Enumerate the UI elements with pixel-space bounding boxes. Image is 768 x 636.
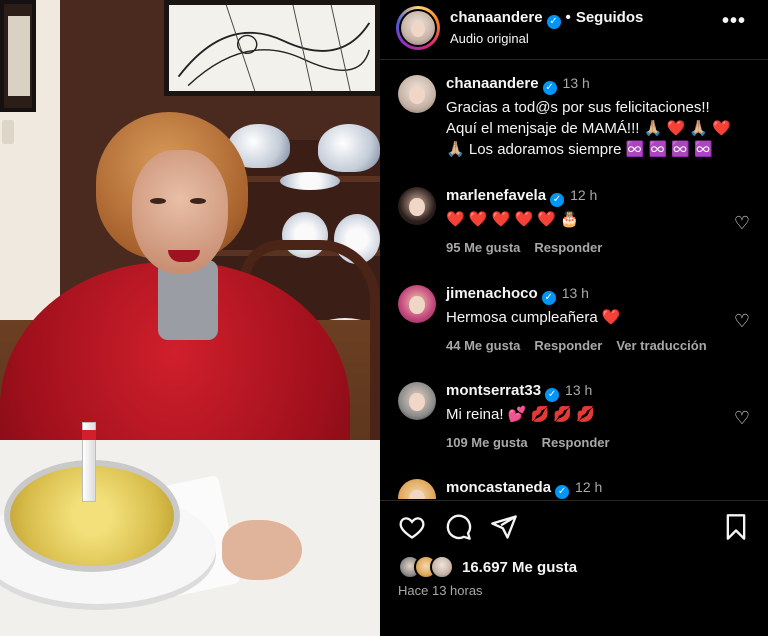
comment-text-body: Mi reina! xyxy=(446,406,504,423)
comment-meta: 95 Me gusta Responder xyxy=(446,240,736,255)
comment-avatar[interactable] xyxy=(398,479,436,499)
liker-avatar xyxy=(430,555,454,579)
comment-likes[interactable]: 95 Me gusta xyxy=(446,240,520,255)
author-line: chanaandere ✓ • Seguidos xyxy=(450,9,643,29)
verified-icon: ✓ xyxy=(542,81,557,95)
comment-emojis: ❤️ xyxy=(601,309,621,326)
photo-tureen xyxy=(318,124,380,172)
post-actions: 16.697 Me gusta Hace 13 horas xyxy=(380,500,768,636)
caption-line-2-text: Aquí el menjsaje de MAMÁ!!! xyxy=(446,120,640,137)
post-timestamp[interactable]: Hace 13 horas xyxy=(398,583,483,598)
caption-username[interactable]: chanaandere xyxy=(446,75,539,92)
photo-plate xyxy=(280,172,340,190)
reply-button[interactable]: Responder xyxy=(542,435,610,450)
comment-avatar[interactable] xyxy=(398,382,436,420)
audio-link[interactable]: Audio original xyxy=(450,31,529,46)
comment-meta: 109 Me gusta Responder xyxy=(446,435,736,450)
comment-time[interactable]: 12 h xyxy=(570,187,597,203)
author-avatar-face xyxy=(411,20,425,37)
see-translation-button[interactable]: Ver traducción xyxy=(616,338,706,353)
comment-likes[interactable]: 109 Me gusta xyxy=(446,435,528,450)
comment-text: Mi reina! 💕 💋 💋 💋 xyxy=(446,404,736,425)
caption-text: Gracias a tod@s por sus felicitaciones!!… xyxy=(446,97,736,160)
comments-list[interactable]: chanaandere ✓ 13 h Gracias a tod@s por sus… xyxy=(380,61,768,499)
post-photo[interactable] xyxy=(0,0,380,636)
photo-hand xyxy=(222,520,302,580)
verified-icon: ✓ xyxy=(545,388,560,402)
like-count[interactable]: 16.697 Me gusta xyxy=(462,559,577,576)
comment-avatar-face xyxy=(409,392,425,411)
photo-candle-band xyxy=(82,430,96,440)
comment-header: jimenachoco ✓ 13 h xyxy=(446,285,736,305)
separator-dot: • xyxy=(565,9,571,26)
photo-wall-frame xyxy=(0,0,36,112)
caption-line-2: Aquí el menjsaje de MAMÁ!!! 🙏🏼 ❤️ 🙏🏼 ❤️ xyxy=(446,118,736,139)
comment-header: marlenefavela ✓ 12 h xyxy=(446,187,736,207)
caption-line-3-emoji: 🙏🏼 xyxy=(446,141,465,158)
comment-header: moncastaneda ✓ 12 h xyxy=(446,479,736,499)
save-bookmark-icon[interactable] xyxy=(722,513,752,543)
comment-text: Hermosa cumpleañera ❤️ xyxy=(446,307,736,328)
caption-line-2-emojis: 🙏🏼 ❤️ 🙏🏼 ❤️ xyxy=(643,120,731,137)
share-send-icon[interactable] xyxy=(490,513,520,543)
comment-body: jimenachoco ✓ 13 h Hermosa cumpleañera ❤️ … xyxy=(446,285,736,353)
verified-icon: ✓ xyxy=(550,193,565,207)
caption-line-1: Gracias a tod@s por sus felicitaciones!! xyxy=(446,99,710,116)
photo-eye xyxy=(150,198,166,204)
caption-avatar-face xyxy=(409,85,425,104)
caption-body: chanaandere ✓ 13 h Gracias a tod@s por sus… xyxy=(446,75,736,160)
comment-bubble-icon[interactable] xyxy=(444,513,474,543)
comment-avatar-face xyxy=(409,489,425,499)
story-ring[interactable] xyxy=(396,6,440,50)
verified-icon: ✓ xyxy=(546,15,561,29)
verified-icon: ✓ xyxy=(555,485,570,499)
comment-like-heart-icon[interactable]: ♡ xyxy=(734,311,750,332)
comment-like-heart-icon[interactable]: ♡ xyxy=(734,213,750,234)
comment-body: marlenefavela ✓ 12 h ❤️ ❤️ ❤️ ❤️ ❤️ 🎂 95 M… xyxy=(446,187,736,255)
comment-avatar-face xyxy=(409,197,425,216)
like-heart-icon[interactable] xyxy=(398,513,428,543)
post-panel: chanaandere ✓ • Seguidos Audio original •••… xyxy=(380,0,768,636)
comment-time[interactable]: 12 h xyxy=(575,479,602,495)
comment-text-body: Hermosa cumpleañera xyxy=(446,309,598,326)
comment-body: montserrat33 ✓ 13 h Mi reina! 💕 💋 💋 💋 109 … xyxy=(446,382,736,450)
comment-time[interactable]: 13 h xyxy=(562,285,589,301)
verified-icon: ✓ xyxy=(541,291,556,305)
caption-line-3-text: Los adoramos siempre xyxy=(468,141,622,158)
comment-emojis: ❤️ ❤️ ❤️ ❤️ ❤️ 🎂 xyxy=(446,211,579,228)
comment-text: ❤️ ❤️ ❤️ ❤️ ❤️ 🎂 xyxy=(446,209,736,230)
comment-avatar[interactable] xyxy=(398,285,436,323)
author-username[interactable]: chanaandere xyxy=(450,9,543,26)
caption-line-3-emojis: ♾️ ♾️ ♾️ ♾️ xyxy=(625,141,713,158)
comment-body: moncastaneda ✓ 12 h xyxy=(446,479,736,499)
comment-username[interactable]: montserrat33 xyxy=(446,382,541,399)
caption-line-3: 🙏🏼 Los adoramos siempre ♾️ ♾️ ♾️ ♾️ xyxy=(446,139,736,160)
comment-username[interactable]: moncastaneda xyxy=(446,479,551,496)
comment-username[interactable]: jimenachoco xyxy=(446,285,538,302)
comment-likes[interactable]: 44 Me gusta xyxy=(446,338,520,353)
post-header: chanaandere ✓ • Seguidos Audio original ••• xyxy=(380,0,768,60)
reply-button[interactable]: Responder xyxy=(534,338,602,353)
comment-avatar[interactable] xyxy=(398,187,436,225)
photo-wall-art xyxy=(164,0,380,96)
comment-emojis: 💕 💋 💋 💋 xyxy=(507,406,595,423)
author-avatar[interactable] xyxy=(401,11,435,45)
comment-header: montserrat33 ✓ 13 h xyxy=(446,382,736,402)
comment-time[interactable]: 13 h xyxy=(565,382,592,398)
comment-like-heart-icon[interactable]: ♡ xyxy=(734,408,750,429)
caption-time[interactable]: 13 h xyxy=(563,75,590,91)
caption-header: chanaandere ✓ 13 h xyxy=(446,75,736,95)
comment-avatar-face xyxy=(409,295,425,314)
photo-eye xyxy=(190,198,206,204)
comment-username[interactable]: marlenefavela xyxy=(446,187,546,204)
photo-light-switch xyxy=(2,120,14,144)
caption-avatar[interactable] xyxy=(398,75,436,113)
reply-button[interactable]: Responder xyxy=(534,240,602,255)
comment-meta: 44 Me gusta Responder Ver traducción xyxy=(446,338,736,353)
more-options-icon[interactable]: ••• xyxy=(722,10,746,33)
follow-status-button[interactable]: Seguidos xyxy=(576,9,644,26)
